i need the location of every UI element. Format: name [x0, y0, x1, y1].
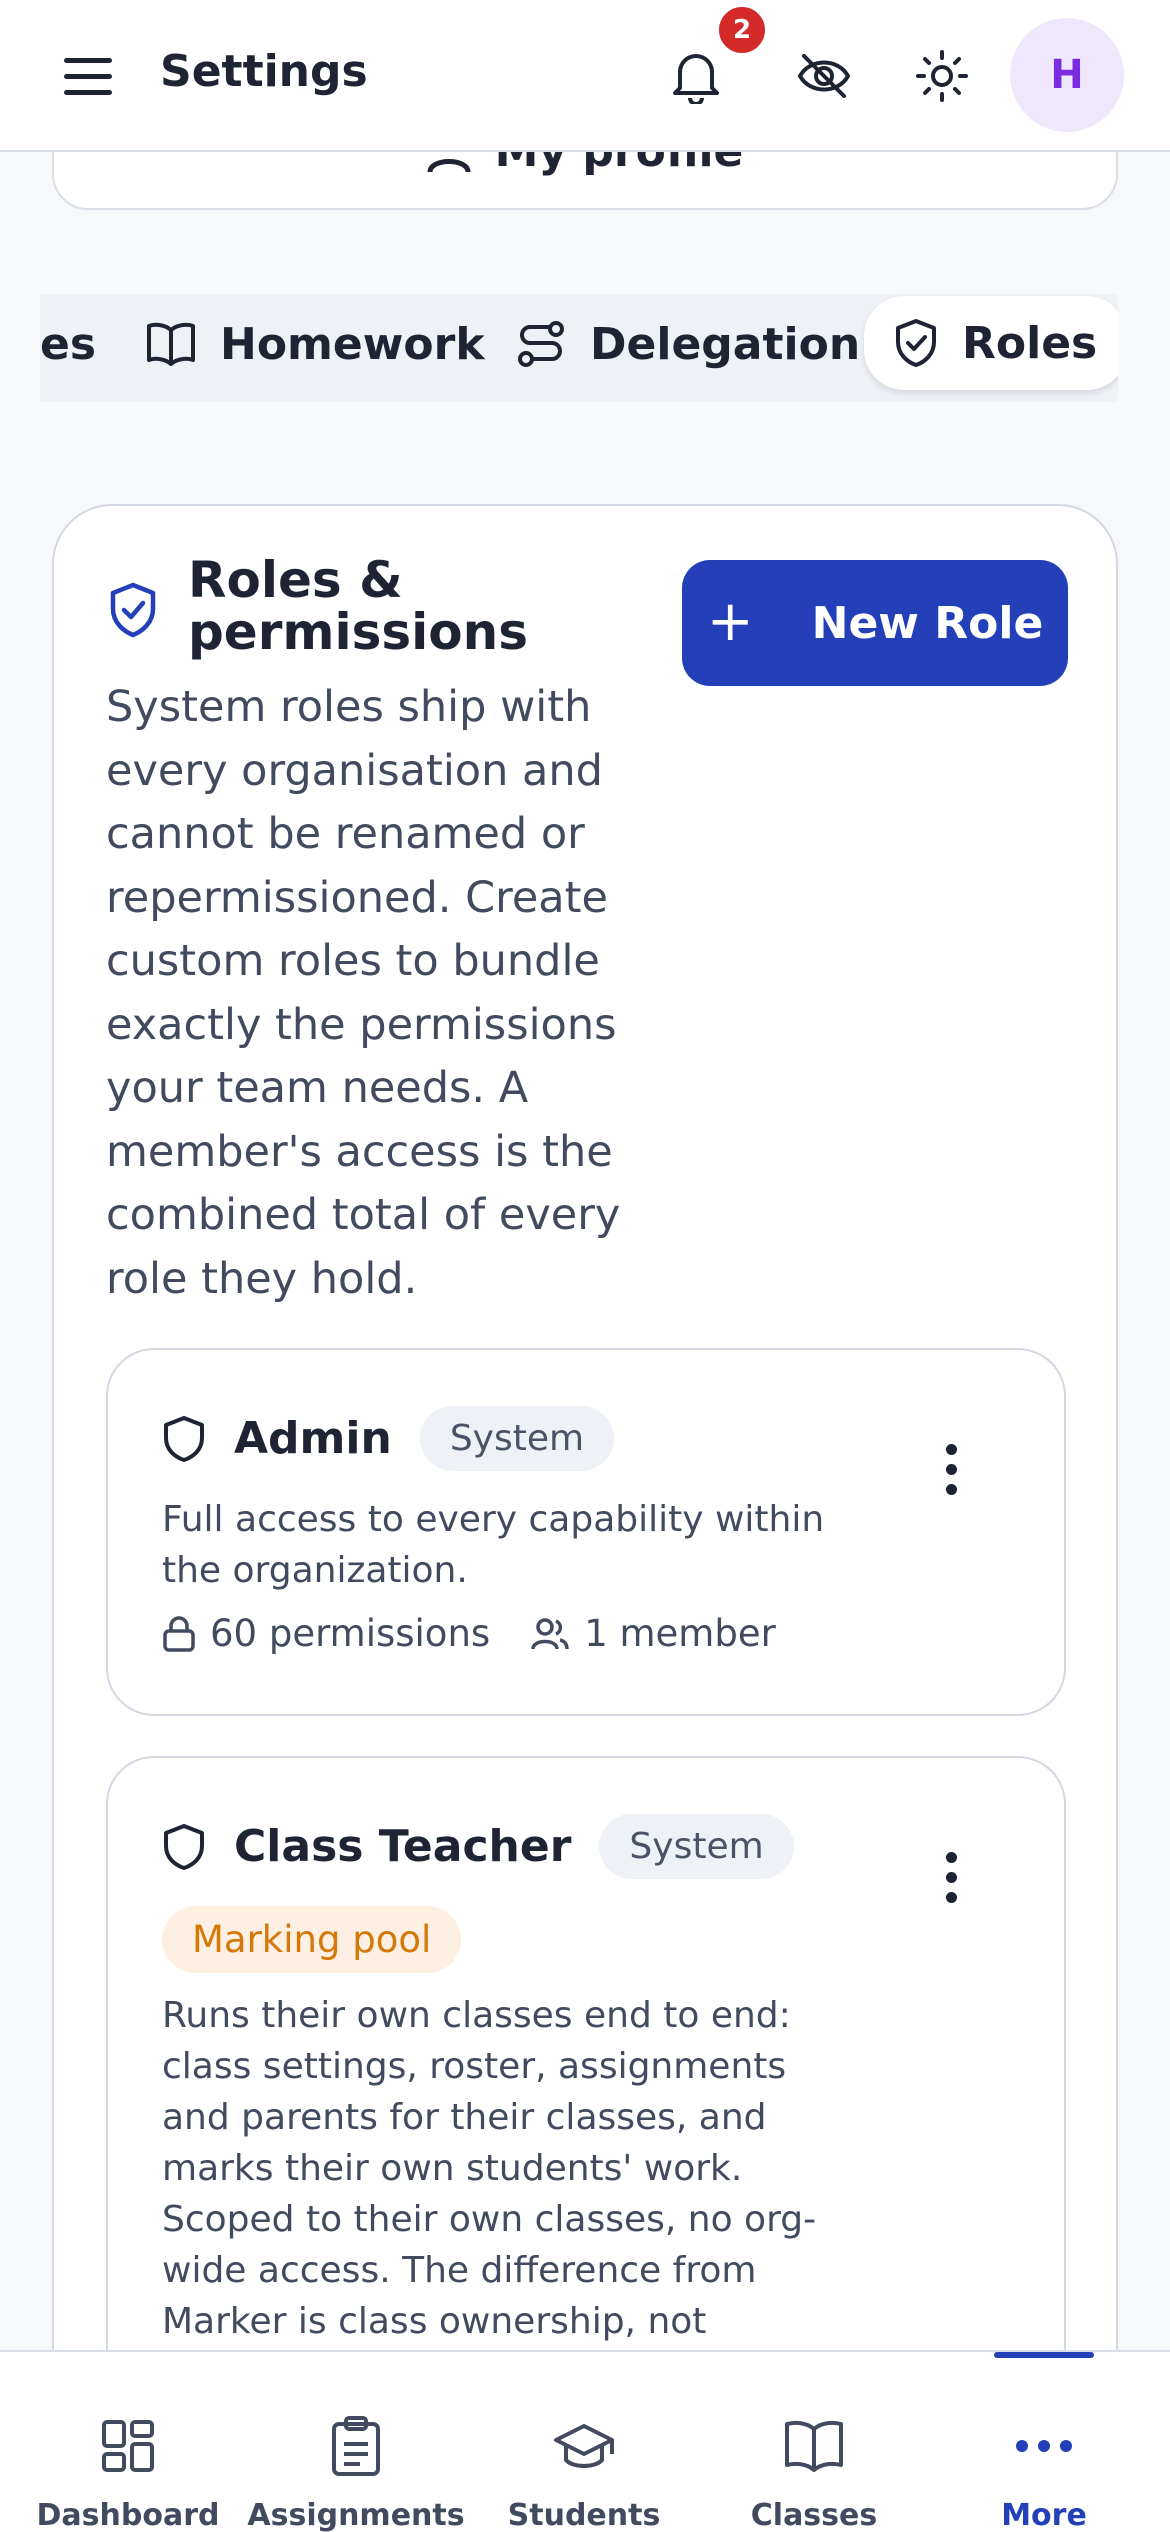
role-name: Admin [234, 1413, 392, 1464]
top-app-bar: Settings 2 H [0, 0, 1170, 152]
dot [946, 1484, 957, 1495]
system-badge: System [419, 1406, 615, 1471]
menu-line [64, 90, 112, 95]
route-icon [518, 321, 564, 367]
shield-check-icon [110, 582, 156, 638]
nav-label: Classes [750, 2498, 878, 2532]
members-label: 1 member [584, 1612, 776, 1655]
tab-label: Delegation [590, 318, 861, 370]
role-name: Class Teacher [234, 1821, 572, 1872]
user-avatar[interactable]: H [1010, 18, 1124, 132]
settings-page: My profile Settings 2 H es Homework [0, 0, 1170, 2532]
nav-label: Dashboard [36, 2498, 220, 2532]
tab-previous-partial[interactable]: es [40, 294, 96, 394]
dot [946, 1892, 957, 1903]
roles-permissions-card: Roles & permissions + New Role System ro… [52, 504, 1118, 2532]
theme-toggle-button[interactable] [902, 36, 982, 116]
nav-assignments[interactable]: Assignments [244, 2352, 468, 2532]
tab-roles[interactable]: Roles [864, 296, 1118, 390]
lock-icon [163, 1615, 195, 1652]
shield-check-icon [896, 319, 936, 367]
tab-homework[interactable]: Homework [146, 294, 485, 394]
section-title: Roles & permissions [188, 551, 528, 661]
nav-students[interactable]: Students [496, 2352, 672, 2532]
eye-off-icon [797, 54, 851, 98]
role-description: Runs their own classes end to end: class… [162, 1995, 817, 2342]
tab-delegation[interactable]: Delegation [516, 294, 860, 394]
settings-tab-strip: es Homework Delegation Roles [40, 294, 1118, 402]
more-options-button[interactable] [940, 1848, 964, 1908]
shield-icon [164, 1823, 204, 1870]
tab-label: Roles [962, 317, 1098, 369]
section-description: System roles ship with every organisatio… [106, 682, 621, 1304]
nav-dashboard[interactable]: Dashboard [28, 2352, 228, 2532]
shield-icon [164, 1415, 204, 1462]
role-header: Admin System [162, 1406, 615, 1471]
menu-line [64, 74, 112, 79]
dot [946, 1464, 957, 1475]
bell-icon [673, 54, 719, 104]
dot [946, 1852, 957, 1863]
nav-more[interactable]: More [946, 2352, 1142, 2532]
nav-label: More [1001, 2498, 1087, 2532]
menu-line [64, 58, 112, 63]
members-count: 1 member [530, 1612, 776, 1655]
role-header: Class Teacher System [162, 1814, 794, 1879]
more-options-button[interactable] [940, 1440, 964, 1500]
permissions-label: 60 permissions [210, 1612, 491, 1655]
tab-label: es [40, 318, 97, 370]
clipboard-icon [330, 2414, 382, 2478]
plus-icon: + [706, 588, 754, 654]
tab-label: Homework [220, 318, 485, 370]
new-role-button[interactable]: + New Role [682, 560, 1068, 686]
book-icon [147, 322, 195, 366]
role-card-admin[interactable]: Admin System Full access to every capabi… [106, 1348, 1066, 1716]
permissions-count: 60 permissions [162, 1612, 490, 1655]
hide-button[interactable] [784, 36, 864, 116]
nav-label: Assignments [247, 2498, 465, 2532]
role-description: Full access to every capability within t… [162, 1499, 825, 1591]
book-icon [783, 2414, 845, 2478]
role-meta: 60 permissions 1 member [162, 1612, 816, 1655]
bottom-navigation: Dashboard Assignments Students Classes M [0, 2350, 1170, 2532]
users-icon [531, 1617, 569, 1649]
page-title: Settings [160, 46, 368, 97]
hamburger-menu-button[interactable] [56, 44, 120, 108]
graduation-cap-icon [553, 2414, 615, 2478]
new-role-label: New Role [811, 597, 1044, 649]
notification-count-badge: 2 [716, 4, 768, 56]
more-dots-icon [1014, 2414, 1074, 2478]
marking-pool-badge: Marking pool [162, 1906, 462, 1973]
dot [946, 1444, 957, 1455]
system-badge: System [599, 1814, 794, 1879]
grid-icon [100, 2414, 156, 2478]
dot [946, 1872, 957, 1883]
sun-icon [916, 50, 968, 102]
nav-label: Students [507, 2498, 661, 2532]
nav-classes[interactable]: Classes [716, 2352, 912, 2532]
